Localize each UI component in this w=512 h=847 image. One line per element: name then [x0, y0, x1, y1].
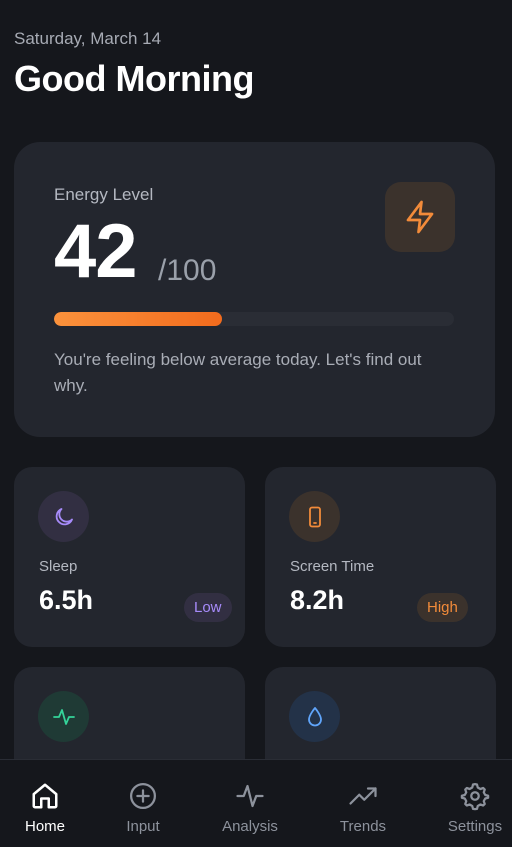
- sleep-label: Sleep: [39, 558, 78, 575]
- energy-card[interactable]: Energy Level 42 /100 You're feeling belo…: [14, 142, 495, 437]
- energy-icon-box: [385, 182, 455, 252]
- activity-icon: [52, 708, 75, 725]
- energy-value: 42: [54, 209, 138, 294]
- hydration-icon-circle: [289, 691, 340, 742]
- page-title: Good Morning: [14, 58, 254, 99]
- activity-icon-circle: [38, 691, 89, 742]
- activity-icon: [236, 784, 264, 808]
- date-label: Saturday, March 14: [14, 29, 162, 48]
- screen-time-card[interactable]: Screen Time 8.2h High: [265, 467, 496, 647]
- energy-max-label: /100: [158, 254, 217, 287]
- screen-time-label: Screen Time: [290, 558, 375, 575]
- tab-settings[interactable]: Settings: [425, 760, 512, 847]
- tab-label: Input: [126, 818, 160, 835]
- sleep-card[interactable]: Sleep 6.5h Low: [14, 467, 245, 647]
- tab-label: Settings: [447, 818, 503, 835]
- bottom-tab-bar: Home Input Analysis Trends Settings: [0, 759, 512, 847]
- moon-icon: [55, 507, 73, 525]
- gear-icon: [460, 783, 490, 811]
- energy-progress-fill: [54, 312, 222, 326]
- tab-label: Trends: [339, 818, 387, 835]
- screen-time-icon-circle: [289, 491, 340, 542]
- home-icon: [32, 783, 58, 809]
- energy-label: Energy Level: [54, 185, 154, 204]
- tab-trends[interactable]: Trends: [313, 760, 413, 847]
- lightning-icon: [406, 200, 434, 234]
- screen-time-status-badge: High: [417, 593, 468, 622]
- sleep-status-badge: Low: [184, 593, 232, 622]
- tab-home[interactable]: Home: [0, 760, 95, 847]
- trending-up-icon: [349, 787, 377, 805]
- energy-progress-bar: [54, 312, 454, 326]
- tab-label: Analysis: [222, 818, 278, 835]
- tab-analysis[interactable]: Analysis: [200, 760, 300, 847]
- home-screen: Saturday, March 14 Good Morning Energy L…: [0, 0, 512, 847]
- plus-circle-icon: [130, 783, 156, 809]
- energy-message: You're feeling below average today. Let'…: [54, 350, 422, 395]
- droplet-icon: [307, 706, 322, 726]
- tab-input[interactable]: Input: [93, 760, 193, 847]
- tab-label: Home: [24, 818, 65, 835]
- sleep-icon-circle: [38, 491, 89, 542]
- phone-icon: [308, 506, 321, 527]
- screen-time-value: 8.2h: [290, 585, 345, 615]
- sleep-value: 6.5h: [39, 585, 94, 615]
